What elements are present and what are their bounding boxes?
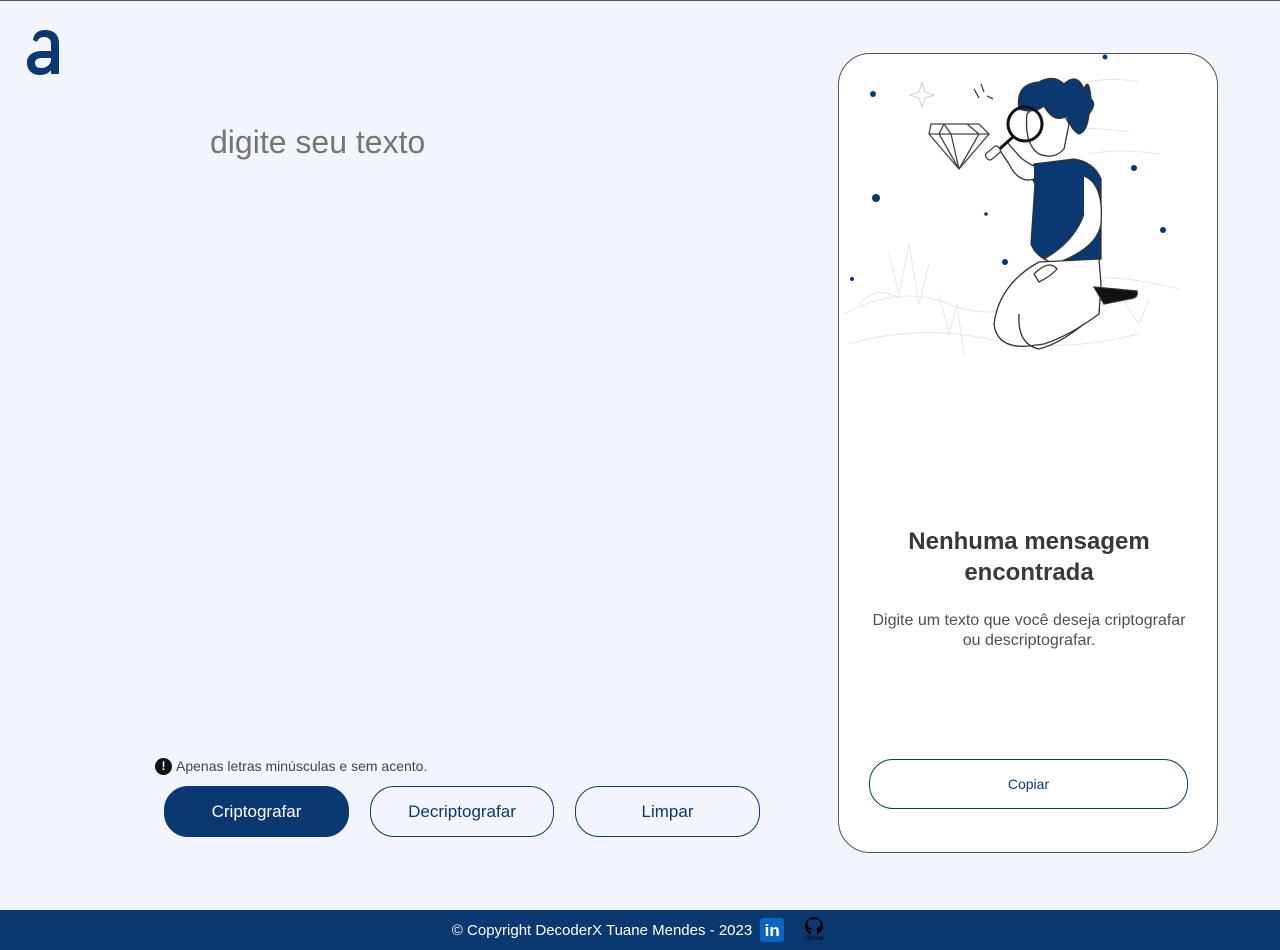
output-panel: Nenhuma mensagem encontrada Digite um te…	[838, 53, 1218, 853]
github-label: GitHub	[804, 936, 824, 942]
top-border	[0, 0, 1280, 1]
encrypt-button[interactable]: Criptografar	[164, 786, 349, 837]
github-icon[interactable]: GitHub	[800, 916, 828, 944]
github-mark	[805, 917, 824, 935]
copyright-text: © Copyright DecoderX Tuane Mendes - 2023	[451, 921, 753, 939]
alura-logo[interactable]	[24, 26, 64, 78]
warning-text: Apenas letras minúsculas e sem acento.	[176, 758, 428, 774]
copy-button[interactable]: Copiar	[869, 759, 1188, 809]
linkedin-icon[interactable]: in	[760, 918, 785, 942]
no-message-title: Nenhuma mensagem encontrada	[908, 528, 1150, 586]
footer: © Copyright DecoderX Tuane Mendes - 2023…	[0, 910, 1280, 950]
exclamation-icon: !	[155, 757, 172, 775]
input-warning: ! Apenas letras minúsculas e sem acento.	[155, 756, 427, 776]
message-input[interactable]	[200, 116, 800, 716]
no-message-text: Digite um texto que você deseja criptogr…	[872, 612, 1186, 649]
decrypt-button[interactable]: Decriptografar	[370, 786, 554, 837]
clear-button[interactable]: Limpar	[575, 786, 760, 837]
boy-with-magnifier-illustration	[843, 54, 1180, 355]
